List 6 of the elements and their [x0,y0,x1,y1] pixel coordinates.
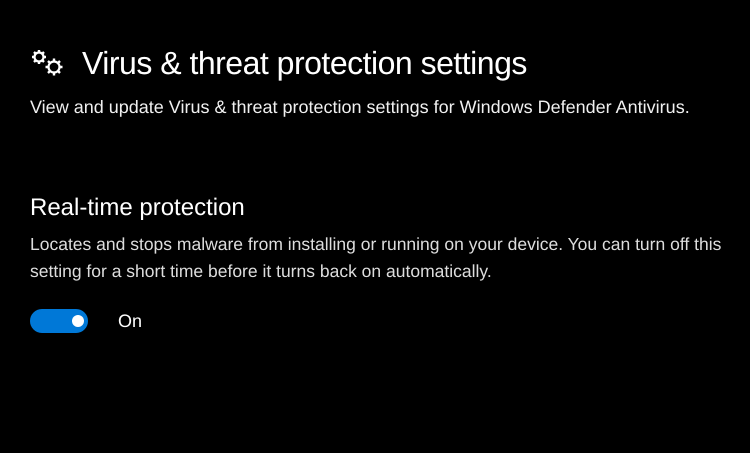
toggle-switch[interactable] [30,309,88,333]
page-title: Virus & threat protection settings [82,44,527,83]
section-description: Locates and stops malware from installing or running on your device. You can turn off this setting for a short time before it turns back on automatically. [30,233,722,283]
section-title: Real-time protection [30,193,246,223]
toggle-label: On [118,310,142,332]
page-description: View and update Virus & threat protection settings for Windows Defender Antivirus. [30,96,691,119]
